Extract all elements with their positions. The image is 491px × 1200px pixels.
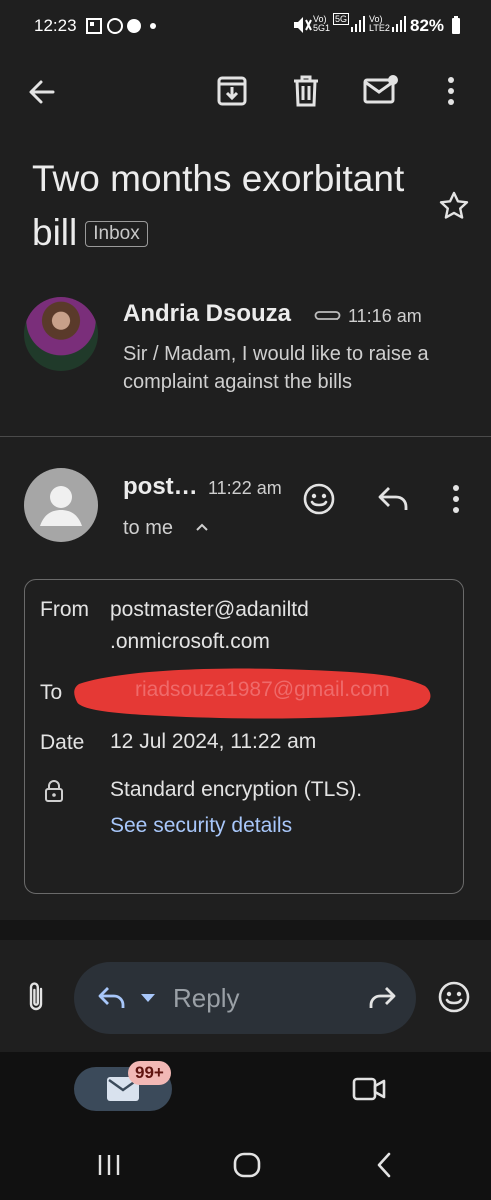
message-collapsed[interactable]: Andria Dsouza 11:16 am Sir / Madam, I wo… [0,285,491,435]
unread-badge: 99+ [128,1061,171,1085]
date-value: 12 Jul 2024, 11:22 am [110,730,317,753]
from-label: From [40,598,89,621]
top-app-bar [0,60,491,124]
from-address: postmaster@adaniltd .onmicrosoft.com [110,594,309,658]
emoji-icon[interactable] [437,980,471,1014]
section-separator [0,920,491,940]
status-time: 12:23 [34,16,77,35]
message-expanded-header: post… 11:22 am to me [0,460,491,560]
message-snippet: Sir / Madam, I would like to raise a com… [123,343,429,393]
nav-back-icon[interactable] [374,1151,394,1179]
volte2-indicator: Vo) LTE2 [369,14,390,33]
security-details-link[interactable]: See security details [110,810,292,842]
recipient-summary[interactable]: to me [123,517,173,540]
more-vert-icon[interactable] [441,76,461,106]
email-subject-block: Two months exorbitant bill Inbox [32,152,432,260]
attachment-icon[interactable] [24,980,48,1014]
chevron-up-icon[interactable] [194,520,210,536]
emoji-icon[interactable] [302,482,336,516]
battery-icon [451,15,461,35]
redacted-recipient: riadsouza1987@gmail.com [73,662,435,722]
status-app-icons [86,16,156,36]
default-avatar-icon [24,468,98,542]
more-vert-icon[interactable] [446,484,466,514]
divider [0,436,491,437]
back-arrow-icon[interactable] [26,76,58,108]
sender-name: Andria Dsouza [123,300,292,327]
mute-icon [292,14,312,36]
message-time: 11:16 am [348,306,422,326]
from-address-line1: postmaster@adaniltd [110,598,309,621]
reply-composer[interactable]: Reply [74,962,416,1034]
attachment-icon [312,309,342,323]
sender-name: post… [123,473,198,500]
battery-percent: 82% [410,16,445,35]
volte1-indicator: Vo) 5G1 [313,14,331,33]
archive-icon[interactable] [216,74,248,108]
encryption-status: Standard encryption (TLS). [110,778,363,801]
avatar [24,297,98,371]
mark-unread-icon[interactable] [362,74,400,106]
star-icon[interactable] [438,190,470,222]
reply-placeholder[interactable]: Reply [173,983,239,1014]
date-label: Date [40,731,85,754]
chevron-down-icon[interactable] [140,993,156,1003]
to-label: To [40,681,63,704]
inbox-label-chip[interactable]: Inbox [85,221,148,247]
network-type: 5G [333,13,350,25]
reply-icon[interactable] [96,984,128,1012]
home-icon[interactable] [232,1151,262,1179]
forward-icon[interactable] [366,984,398,1012]
recents-icon[interactable] [96,1152,122,1178]
message-details-panel: From postmaster@adaniltd .onmicrosoft.co… [24,579,464,894]
delete-icon[interactable] [292,74,320,108]
signal1-icon [350,14,366,34]
reply-icon[interactable] [376,484,410,514]
message-time: 11:22 am [208,478,282,498]
video-icon[interactable] [352,1076,386,1102]
to-address: riadsouza1987@gmail.com [135,678,390,701]
signal2-icon [391,14,407,34]
status-bar: 12:23 Vo) 5G1 5G Vo) LTE2 82% [0,0,491,50]
from-address-line2: .onmicrosoft.com [110,630,270,653]
lock-icon [44,779,64,803]
